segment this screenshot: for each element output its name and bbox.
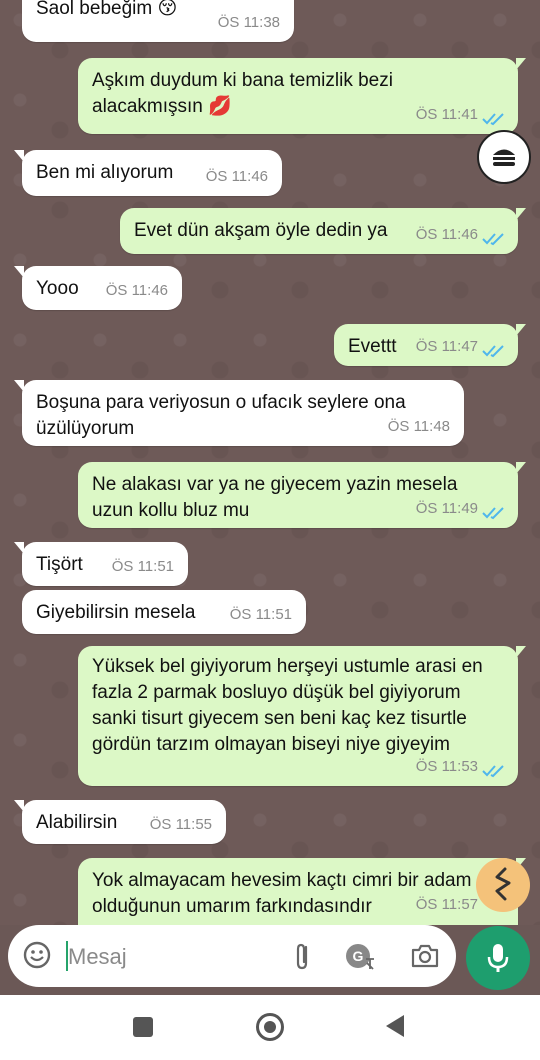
- system-nav-bar: [0, 995, 540, 1060]
- burger-icon[interactable]: [477, 130, 531, 184]
- message-text: Saol bebeğim: [36, 0, 153, 19]
- message-incoming[interactable]: Alabilirsin ÖS 11:55: [14, 800, 226, 844]
- message-text: Aşkım duydum ki bana temizlik bezi alaca…: [92, 70, 393, 117]
- message-text: Yooo: [36, 278, 79, 299]
- message-time: ÖS 11:55: [149, 816, 212, 833]
- microphone-icon: [487, 944, 509, 972]
- message-incoming[interactable]: Giyebilirsin mesela ÖS 11:51: [22, 590, 306, 634]
- message-time: ÖS 11:51: [229, 606, 292, 623]
- message-time: ÖS 11:51: [111, 558, 174, 575]
- message-incoming[interactable]: Boşuna para veriyosun o ufacık seylere o…: [14, 380, 464, 446]
- message-incoming[interactable]: Saol bebeğim 😚 ÖS 11:38: [22, 0, 294, 42]
- message-text: Alabilirsin: [36, 812, 118, 833]
- read-ticks-icon: [482, 233, 504, 246]
- message-outgoing[interactable]: Ne alakası var ya ne giyecem yazin mesel…: [78, 462, 526, 528]
- message-text: Tişört: [36, 554, 83, 575]
- message-incoming[interactable]: Yooo ÖS 11:46: [14, 266, 182, 310]
- paperclip-icon[interactable]: [288, 941, 318, 971]
- read-ticks-icon: [482, 765, 504, 778]
- message-text: Yüksek bel giyiyorum herşeyi ustumle ara…: [92, 656, 483, 755]
- chat-area[interactable]: Saol bebeğim 😚 ÖS 11:38 Aşkım duydum ki …: [0, 0, 540, 925]
- message-input[interactable]: [66, 939, 270, 975]
- message-text: Boşuna para veriyosun o ufacık seylere o…: [36, 392, 406, 439]
- translate-icon[interactable]: G: [344, 941, 376, 971]
- read-ticks-icon: [482, 507, 504, 520]
- read-ticks-icon: [482, 345, 504, 358]
- message-incoming[interactable]: Tişört ÖS 11:51: [14, 542, 188, 586]
- message-outgoing[interactable]: Evettt ÖS 11:47: [334, 324, 526, 366]
- squiggle-icon[interactable]: [476, 858, 530, 912]
- message-time: ÖS 11:46: [105, 282, 168, 299]
- message-text: Ben mi alıyorum: [36, 162, 174, 183]
- message-time: ÖS 11:48: [387, 418, 450, 435]
- read-ticks-icon: [482, 113, 504, 126]
- message-time: ÖS 11:38: [217, 14, 280, 31]
- home-button[interactable]: [256, 1013, 284, 1041]
- message-time: ÖS 11:46: [415, 226, 478, 243]
- message-emoji: 💋: [208, 96, 232, 117]
- message-outgoing[interactable]: Yüksek bel giyiyorum herşeyi ustumle ara…: [78, 646, 526, 786]
- message-text: Giyebilirsin mesela: [36, 602, 196, 623]
- message-emoji: 😚: [157, 0, 178, 19]
- message-text: Ne alakası var ya ne giyecem yazin mesel…: [92, 474, 458, 521]
- message-incoming[interactable]: Ben mi alıyorum ÖS 11:46: [14, 150, 282, 196]
- message-time: ÖS 11:53: [415, 758, 478, 775]
- message-time: ÖS 11:46: [205, 168, 268, 185]
- recent-apps-button[interactable]: [133, 1017, 153, 1037]
- message-text: Yok almayacam hevesim kaçtı cimri bir ad…: [92, 870, 472, 917]
- camera-icon[interactable]: [410, 941, 440, 971]
- message-text: Evettt: [348, 336, 397, 357]
- svg-text:G: G: [353, 948, 364, 964]
- message-time: ÖS 11:47: [415, 338, 478, 355]
- message-time: ÖS 11:41: [415, 106, 478, 123]
- message-text: Evet dün akşam öyle dedin ya: [134, 220, 388, 241]
- microphone-button[interactable]: [466, 926, 530, 990]
- back-button[interactable]: [386, 1015, 404, 1037]
- message-outgoing[interactable]: Evet dün akşam öyle dedin ya ÖS 11:46: [120, 208, 526, 254]
- message-outgoing[interactable]: Aşkım duydum ki bana temizlik bezi alaca…: [78, 58, 526, 134]
- message-composer: G: [8, 925, 456, 987]
- emoji-icon[interactable]: [22, 940, 52, 970]
- message-time: ÖS 11:49: [415, 500, 478, 517]
- message-time: ÖS 11:57: [415, 896, 478, 913]
- message-outgoing[interactable]: Yok almayacam hevesim kaçtı cimri bir ad…: [78, 858, 526, 925]
